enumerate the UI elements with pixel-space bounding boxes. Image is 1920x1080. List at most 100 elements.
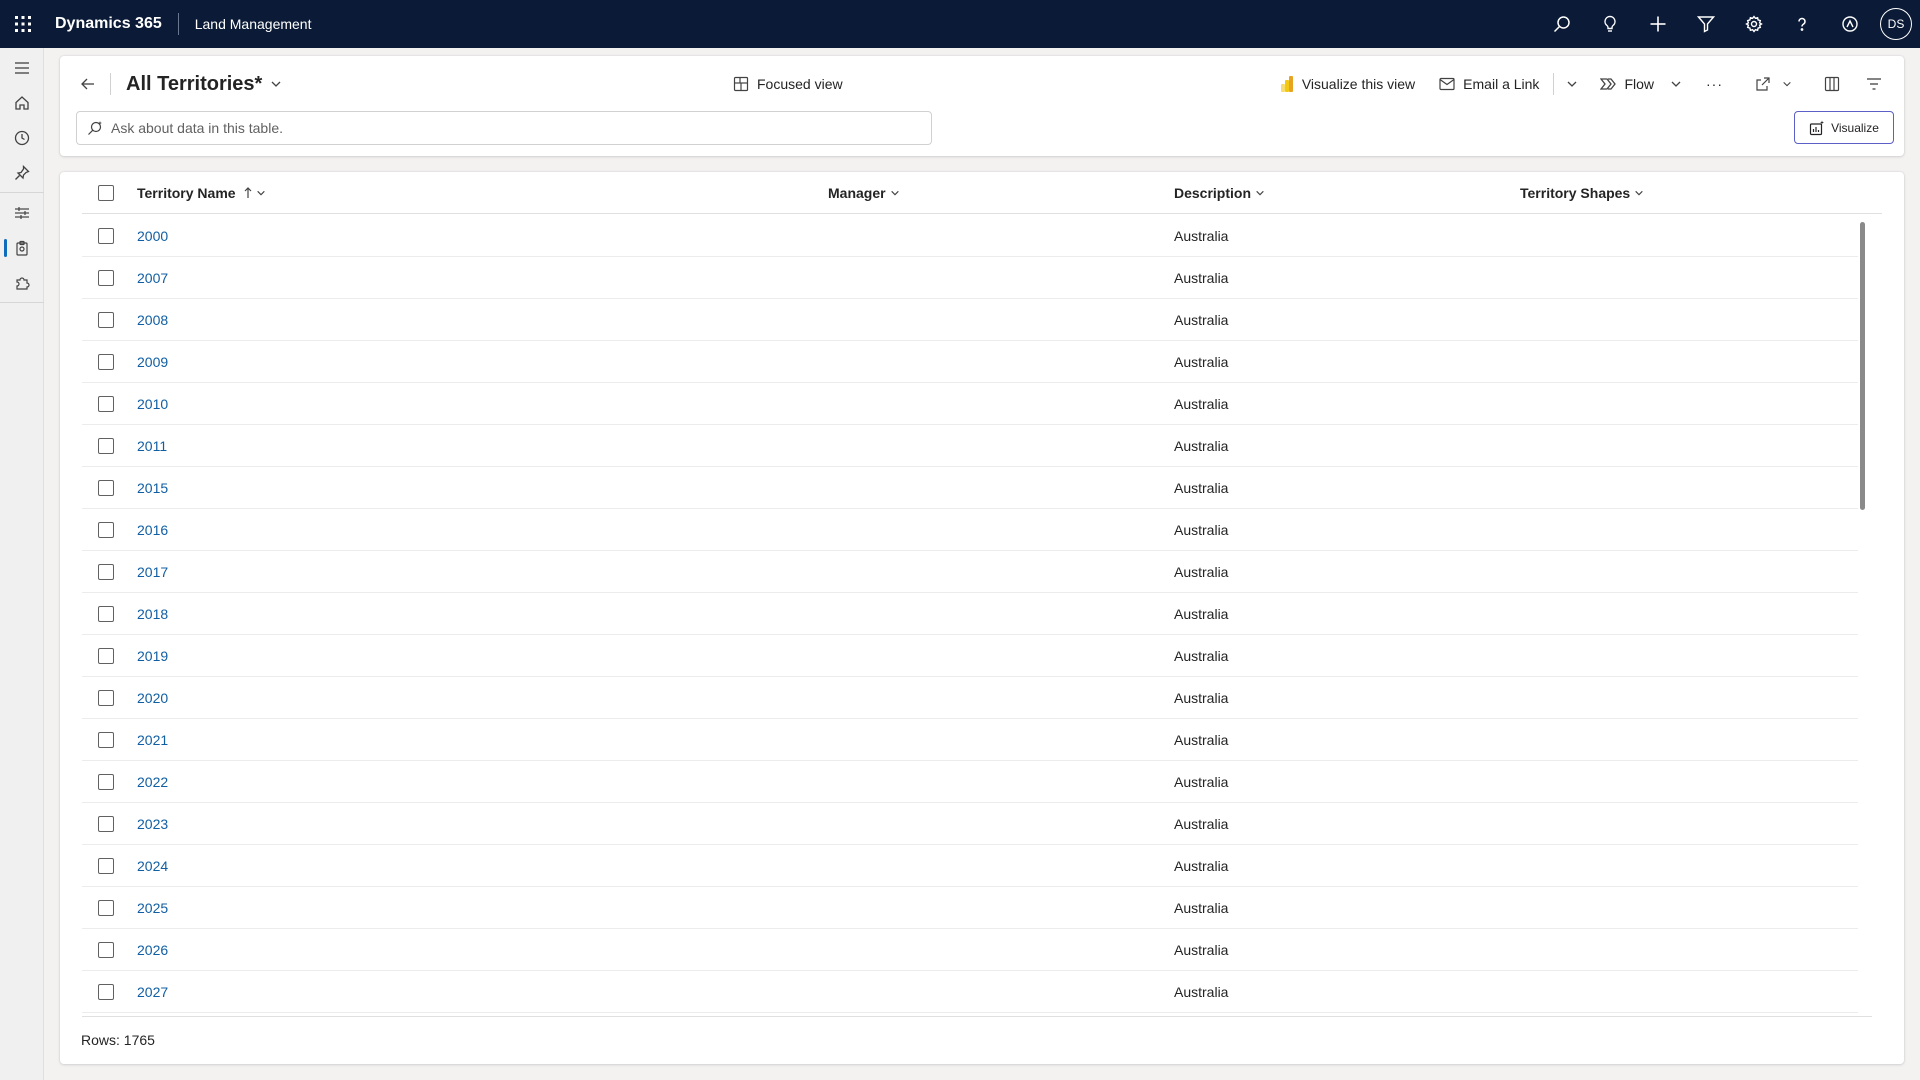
table-row[interactable]: 2007 Australia [82, 257, 1858, 299]
land-icon[interactable] [0, 230, 44, 265]
row-checkbox[interactable] [98, 677, 114, 718]
column-header-territory-shapes[interactable]: Territory Shapes [1520, 172, 1644, 214]
lightbulb-icon[interactable] [1586, 0, 1634, 48]
edit-columns-button[interactable] [1814, 68, 1850, 100]
territory-name-link[interactable]: 2024 [137, 845, 168, 887]
menu-icon[interactable] [0, 50, 44, 85]
ask-data-input[interactable] [111, 120, 891, 136]
table-row[interactable]: 2026 Australia [82, 929, 1858, 971]
app-name[interactable]: Land Management [179, 16, 312, 32]
table-row[interactable]: 2022 Australia [82, 761, 1858, 803]
app-launcher-icon[interactable] [0, 0, 46, 48]
territory-name-link[interactable]: 2022 [137, 761, 168, 803]
row-checkbox[interactable] [98, 761, 114, 802]
email-link-button[interactable]: Email a Link [1427, 68, 1551, 100]
table-row[interactable]: 2000 Australia [82, 215, 1858, 257]
row-checkbox[interactable] [98, 341, 114, 382]
territory-name-link[interactable]: 2025 [137, 887, 168, 929]
row-checkbox[interactable] [98, 929, 114, 970]
search-icon[interactable] [1538, 0, 1586, 48]
email-link-dropdown[interactable] [1556, 68, 1588, 100]
table-row[interactable]: 2018 Australia [82, 593, 1858, 635]
table-row[interactable]: 2010 Australia [82, 383, 1858, 425]
column-header-territory-name[interactable]: Territory Name [137, 172, 266, 214]
table-row[interactable]: 2023 Australia [82, 803, 1858, 845]
row-checkbox[interactable] [98, 887, 114, 928]
plus-icon[interactable] [1634, 0, 1682, 48]
brand-name[interactable]: Dynamics 365 [46, 13, 179, 35]
column-header-manager[interactable]: Manager [828, 172, 900, 214]
territory-name-link[interactable]: 2020 [137, 677, 168, 719]
row-checkbox[interactable] [98, 803, 114, 844]
vertical-scrollbar[interactable] [1860, 222, 1865, 510]
share-button[interactable] [1745, 68, 1802, 100]
gear-icon[interactable] [1730, 0, 1778, 48]
pin-icon[interactable] [0, 155, 44, 190]
row-checkbox[interactable] [98, 593, 114, 634]
table-row[interactable]: 2020 Australia [82, 677, 1858, 719]
checkbox-box [98, 941, 114, 958]
row-checkbox[interactable] [98, 845, 114, 886]
row-checkbox[interactable] [98, 635, 114, 676]
territory-name-link[interactable]: 2015 [137, 467, 168, 509]
table-row[interactable]: 2024 Australia [82, 845, 1858, 887]
table-row[interactable]: 2027 Australia [82, 971, 1858, 1013]
table-row[interactable]: 2016 Australia [82, 509, 1858, 551]
puzzle-icon[interactable] [0, 265, 44, 300]
row-checkbox[interactable] [98, 719, 114, 760]
checkbox-box [98, 983, 114, 1000]
territory-name-link[interactable]: 2019 [137, 635, 168, 677]
row-checkbox[interactable] [98, 971, 114, 1012]
territory-name-link[interactable]: 2021 [137, 719, 168, 761]
territory-name-link[interactable]: 2016 [137, 509, 168, 551]
territory-name-link[interactable]: 2007 [137, 257, 168, 299]
row-checkbox[interactable] [98, 383, 114, 424]
view-selector[interactable]: All Territories* [126, 68, 282, 100]
row-checkbox[interactable] [98, 215, 114, 256]
flow-button[interactable]: Flow [1588, 68, 1694, 100]
filter-icon[interactable] [1682, 0, 1730, 48]
more-commands-button[interactable]: ··· [1694, 68, 1735, 100]
visualize-view-button[interactable]: Visualize this view [1268, 68, 1427, 100]
table-row[interactable]: 2008 Australia [82, 299, 1858, 341]
copilot-icon[interactable] [1826, 0, 1874, 48]
help-icon[interactable] [1778, 0, 1826, 48]
checkbox-box [98, 857, 114, 874]
row-checkbox[interactable] [98, 425, 114, 466]
back-button[interactable] [72, 68, 104, 100]
row-checkbox[interactable] [98, 509, 114, 550]
territory-name-link[interactable]: 2023 [137, 803, 168, 845]
checkbox-box [98, 353, 114, 370]
row-checkbox[interactable] [98, 257, 114, 298]
visualize-button[interactable]: Visualize [1794, 111, 1894, 144]
table-row[interactable]: 2021 Australia [82, 719, 1858, 761]
territory-name-link[interactable]: 2011 [137, 425, 167, 467]
avatar[interactable]: DS [1880, 8, 1912, 40]
territory-name-link[interactable]: 2008 [137, 299, 168, 341]
recent-icon[interactable] [0, 120, 44, 155]
home-icon[interactable] [0, 85, 44, 120]
row-checkbox[interactable] [98, 467, 114, 508]
territory-name-link[interactable]: 2010 [137, 383, 168, 425]
table-row[interactable]: 2015 Australia [82, 467, 1858, 509]
row-checkbox[interactable] [98, 299, 114, 340]
territory-name-link[interactable]: 2027 [137, 971, 168, 1013]
table-row[interactable]: 2019 Australia [82, 635, 1858, 677]
ask-data-box[interactable] [76, 111, 932, 145]
column-header-description[interactable]: Description [1174, 172, 1265, 214]
territories-icon[interactable] [0, 195, 44, 230]
row-checkbox[interactable] [98, 551, 114, 592]
territory-name-link[interactable]: 2018 [137, 593, 168, 635]
focused-view-button[interactable]: Focused view [733, 69, 843, 99]
table-row[interactable]: 2017 Australia [82, 551, 1858, 593]
territory-name-link[interactable]: 2017 [137, 551, 168, 593]
territory-name-link[interactable]: 2026 [137, 929, 168, 971]
filter-view-button[interactable] [1856, 68, 1892, 100]
territory-name-link[interactable]: 2009 [137, 341, 168, 383]
table-row[interactable]: 2011 Australia [82, 425, 1858, 467]
select-all-checkbox[interactable] [98, 172, 114, 213]
table-row[interactable]: 2009 Australia [82, 341, 1858, 383]
grid-header: Territory Name Manager Description Terri… [82, 172, 1882, 214]
table-row[interactable]: 2025 Australia [82, 887, 1858, 929]
territory-name-link[interactable]: 2000 [137, 215, 168, 257]
